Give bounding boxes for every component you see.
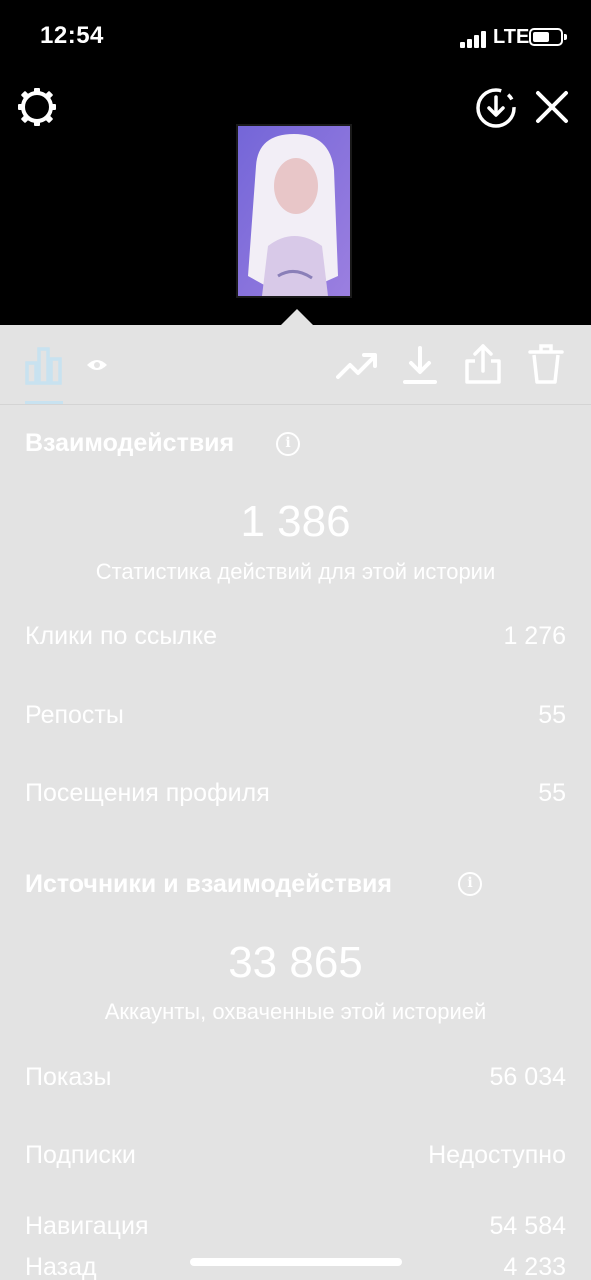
interactions-caption: Статистика действий для этой истории xyxy=(95,559,496,584)
discovery-info-icon[interactable]: i xyxy=(458,872,482,896)
network-type: LTE xyxy=(493,26,530,48)
metric-label: Назад xyxy=(25,1253,97,1280)
share-icon[interactable] xyxy=(464,343,502,385)
metric-value: 1 276 xyxy=(503,622,566,650)
metric-value: Недоступно xyxy=(428,1141,566,1169)
metric-row-link-clicks: Клики по ссылке 1 276 xyxy=(25,622,566,662)
metric-label: Показы xyxy=(25,1063,112,1091)
metric-value: 54 584 xyxy=(489,1212,566,1240)
metric-value: 55 xyxy=(538,779,566,807)
interactions-total: 1 386 xyxy=(240,497,351,546)
metric-row-navigation: Навигация 54 584 xyxy=(25,1212,566,1252)
viewers-eye-icon[interactable] xyxy=(86,357,108,373)
story-thumbnail[interactable] xyxy=(236,124,352,298)
download-circle-icon[interactable] xyxy=(474,86,518,130)
interactions-info-icon[interactable]: i xyxy=(276,432,300,456)
metric-value: 4 233 xyxy=(503,1253,566,1280)
metric-row-profile-visits: Посещения профиля 55 xyxy=(25,779,566,819)
metric-label: Подписки xyxy=(25,1141,136,1169)
thumbnail-pointer xyxy=(281,309,313,325)
active-tab-indicator xyxy=(25,401,63,404)
insights-bar-chart-icon[interactable] xyxy=(25,345,63,385)
accounts-reached-caption: Аккаунты, охваченные этой историей xyxy=(104,999,487,1024)
settings-gear-icon[interactable] xyxy=(16,86,58,128)
metric-row-follows: Подписки Недоступно xyxy=(25,1141,566,1181)
discovery-section-title: Источники и взаимодействия xyxy=(25,870,393,898)
metric-row-impressions: Показы 56 034 xyxy=(25,1063,566,1103)
battery-icon xyxy=(529,28,567,46)
metric-label: Репосты xyxy=(25,701,124,729)
interactions-section-title: Взаимодействия xyxy=(25,429,235,457)
metric-label: Посещения профиля xyxy=(25,779,270,807)
story-preview-area: 12:54 LTE xyxy=(0,0,591,325)
metric-row-shares: Репосты 55 xyxy=(25,701,566,741)
insights-toolbar xyxy=(0,325,591,405)
promote-trend-icon[interactable] xyxy=(336,349,378,381)
metric-value: 55 xyxy=(538,701,566,729)
metric-label: Клики по ссылке xyxy=(25,622,218,650)
delete-trash-icon[interactable] xyxy=(528,343,564,385)
status-bar: 12:54 LTE xyxy=(0,0,591,72)
accounts-reached-total: 33 865 xyxy=(228,938,363,987)
metric-value: 56 034 xyxy=(489,1063,566,1091)
download-icon[interactable] xyxy=(402,345,438,385)
close-icon[interactable] xyxy=(533,88,571,126)
status-time: 12:54 xyxy=(40,22,104,49)
metric-label: Навигация xyxy=(25,1212,149,1240)
home-indicator[interactable] xyxy=(190,1258,402,1266)
signal-strength-icon xyxy=(460,30,494,48)
